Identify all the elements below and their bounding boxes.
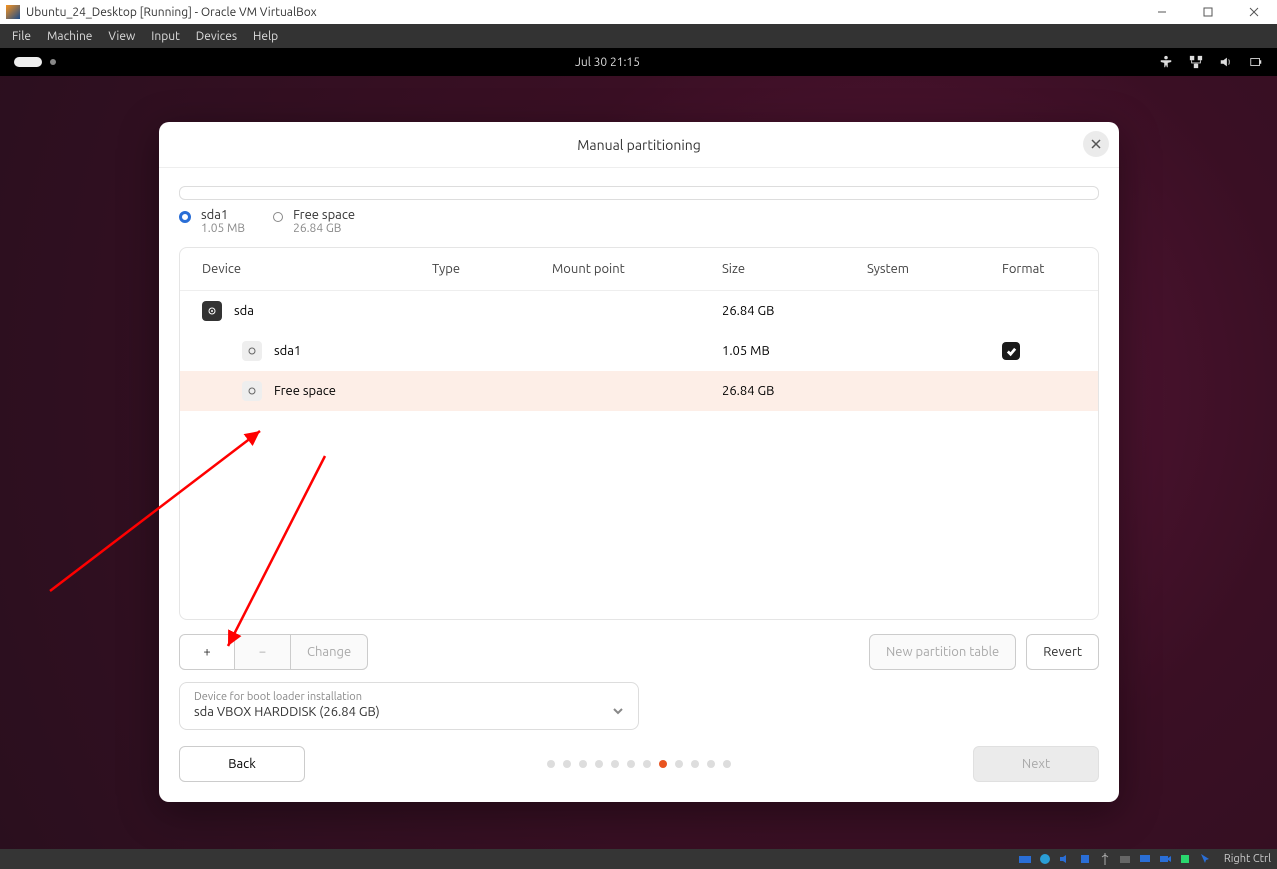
dialog-footer: Back Next <box>159 730 1119 802</box>
dialog-title: Manual partitioning <box>577 137 701 153</box>
window-close-button[interactable] <box>1231 0 1277 24</box>
vb-display-icon[interactable] <box>1138 852 1152 866</box>
step-dot <box>643 760 651 768</box>
window-maximize-button[interactable] <box>1185 0 1231 24</box>
step-dot <box>611 760 619 768</box>
vb-menu-view[interactable]: View <box>100 28 143 45</box>
partition-icon <box>242 381 262 401</box>
vb-menubar: File Machine View Input Devices Help <box>0 24 1277 48</box>
vb-menu-input[interactable]: Input <box>143 28 188 45</box>
table-row-free-space[interactable]: Free space 26.84 GB <box>180 371 1098 411</box>
table-header: Device Type Mount point Size System Form… <box>180 248 1098 291</box>
vb-network-icon[interactable] <box>1078 852 1092 866</box>
vb-statusbar: Right Ctrl <box>0 849 1277 869</box>
remove-partition-button[interactable]: − <box>235 634 291 670</box>
change-partition-button[interactable]: Change <box>291 634 368 670</box>
disk-icon <box>202 301 222 321</box>
legend-free-space[interactable]: Free space 26.84 GB <box>273 208 355 235</box>
activities-button[interactable] <box>14 57 42 67</box>
chevron-down-icon <box>612 703 624 721</box>
volume-icon[interactable] <box>1219 55 1233 69</box>
network-icon[interactable] <box>1189 55 1203 69</box>
dialog-close-button[interactable] <box>1083 131 1109 157</box>
partition-legend: sda1 1.05 MB Free space 26.84 GB <box>179 208 1099 235</box>
workspace-indicator-icon <box>50 59 56 65</box>
step-dot <box>675 760 683 768</box>
step-indicator <box>547 760 731 768</box>
vb-titlebar: Ubuntu_24_Desktop [Running] - Oracle VM … <box>0 0 1277 24</box>
vb-hostkey-label: Right Ctrl <box>1224 853 1271 865</box>
back-button[interactable]: Back <box>179 746 305 782</box>
vb-mouse-icon[interactable] <box>1198 852 1212 866</box>
step-dot <box>707 760 715 768</box>
dialog-header: Manual partitioning <box>159 122 1119 168</box>
format-checkbox[interactable] <box>1002 342 1020 360</box>
partition-icon <box>242 341 262 361</box>
step-dot <box>563 760 571 768</box>
step-dot <box>691 760 699 768</box>
table-row-sda[interactable]: sda 26.84 GB <box>180 291 1098 331</box>
clock[interactable]: Jul 30 21:15 <box>575 56 640 69</box>
legend-dot-icon <box>273 212 283 222</box>
partition-table: Device Type Mount point Size System Form… <box>179 247 1099 620</box>
vb-menu-devices[interactable]: Devices <box>188 28 245 45</box>
step-dot <box>547 760 555 768</box>
bootloader-device-select[interactable]: Device for boot loader installation sda … <box>179 682 639 730</box>
partition-usage-bar <box>179 186 1099 200</box>
ubuntu-desktop: Manual partitioning sda1 1.05 MB <box>0 76 1277 869</box>
vb-usb-icon[interactable] <box>1098 852 1112 866</box>
new-partition-table-button[interactable]: New partition table <box>869 634 1016 670</box>
power-icon[interactable] <box>1249 55 1263 69</box>
add-partition-button[interactable]: + <box>179 634 235 670</box>
vb-title: Ubuntu_24_Desktop [Running] - Oracle VM … <box>26 6 317 19</box>
vb-menu-file[interactable]: File <box>4 28 39 45</box>
vb-hdd-icon[interactable] <box>1018 852 1032 866</box>
step-dot <box>627 760 635 768</box>
next-button[interactable]: Next <box>973 746 1099 782</box>
gnome-topbar: Jul 30 21:15 <box>0 48 1277 76</box>
table-row-sda1[interactable]: sda1 1.05 MB <box>180 331 1098 371</box>
step-dot <box>659 760 667 768</box>
partition-toolbar: + − Change New partition table Revert <box>179 634 1099 670</box>
accessibility-icon[interactable] <box>1159 55 1173 69</box>
vb-cpu-icon[interactable] <box>1178 852 1192 866</box>
step-dot <box>595 760 603 768</box>
vb-logo-icon <box>6 5 20 19</box>
vb-menu-help[interactable]: Help <box>245 28 286 45</box>
vb-shared-icon[interactable] <box>1118 852 1132 866</box>
window-minimize-button[interactable] <box>1139 0 1185 24</box>
vb-optical-icon[interactable] <box>1038 852 1052 866</box>
step-dot <box>579 760 587 768</box>
vb-menu-machine[interactable]: Machine <box>39 28 100 45</box>
legend-dot-icon <box>179 211 191 223</box>
step-dot <box>723 760 731 768</box>
revert-button[interactable]: Revert <box>1026 634 1099 670</box>
manual-partitioning-dialog: Manual partitioning sda1 1.05 MB <box>159 122 1119 802</box>
legend-sda1[interactable]: sda1 1.05 MB <box>179 208 245 235</box>
vb-recording-icon[interactable] <box>1158 852 1172 866</box>
vb-audio-icon[interactable] <box>1058 852 1072 866</box>
